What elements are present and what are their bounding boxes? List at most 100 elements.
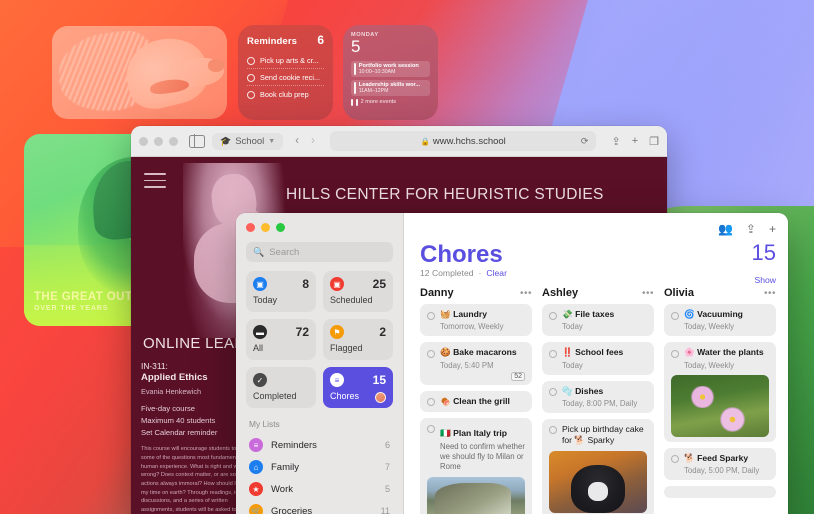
checkbox-circle-icon[interactable] bbox=[427, 349, 435, 358]
reminders-widget-item-label: Pick up arts & cr... bbox=[260, 56, 319, 65]
tile-label: All bbox=[253, 343, 264, 353]
checkbox-circle-icon[interactable] bbox=[427, 398, 435, 407]
checkbox-circle-icon[interactable] bbox=[671, 455, 679, 464]
list-item-label: Work bbox=[271, 483, 293, 495]
task-attachment-image[interactable] bbox=[549, 451, 647, 514]
smart-list-chores[interactable]: ≡ 15 Chores bbox=[323, 367, 393, 408]
task-attachment-image[interactable] bbox=[427, 477, 525, 514]
event-title: Portfolio work session bbox=[358, 62, 419, 69]
share-icon[interactable]: ⇪ bbox=[611, 135, 620, 148]
table-row[interactable]: Pick up birthday cake for 🐕 Sparky bbox=[542, 418, 654, 514]
task-due: Today, 8:00 PM, Daily bbox=[562, 398, 638, 408]
table-row[interactable]: ‼️ School fees Today bbox=[542, 342, 654, 375]
calendar-widget-event[interactable]: Portfolio work session 10:00–10:30AM bbox=[351, 60, 430, 77]
task-due: Today, 5:00 PM, Daily bbox=[684, 465, 760, 475]
task-emoji: 🧺 bbox=[440, 309, 451, 320]
list-item-groceries[interactable]: 🛒 Groceries 11 bbox=[246, 500, 393, 514]
checkbox-circle-icon[interactable] bbox=[247, 90, 255, 99]
event-time: 10:00–10:30AM bbox=[358, 68, 396, 75]
hamburger-menu-icon[interactable] bbox=[144, 173, 166, 193]
add-people-icon[interactable]: 👥 bbox=[718, 222, 733, 236]
event-color-bar bbox=[354, 62, 356, 75]
clear-button[interactable]: Clear bbox=[486, 268, 507, 278]
safari-nav-buttons[interactable]: ‹ › bbox=[295, 135, 315, 147]
column-menu-icon[interactable]: ••• bbox=[764, 288, 776, 299]
calendar-widget-more-events[interactable]: 2 more events bbox=[351, 98, 430, 106]
search-input[interactable]: 🔍 Search bbox=[246, 242, 393, 262]
column-menu-icon[interactable]: ••• bbox=[520, 288, 532, 299]
column-name: Danny bbox=[420, 287, 454, 300]
tile-top: ⚑ 2 bbox=[330, 325, 386, 339]
window-traffic-lights[interactable] bbox=[139, 136, 178, 146]
tab-group-button[interactable]: 🎓 School ▼ bbox=[212, 132, 284, 150]
table-row[interactable]: 🍖 Clean the grill bbox=[420, 390, 532, 412]
reminders-widget-item[interactable]: Send cookie reci... bbox=[247, 69, 324, 86]
tile-count: 8 bbox=[302, 277, 309, 291]
tab-overview-icon[interactable]: ❐ bbox=[649, 135, 659, 148]
minimize-button[interactable] bbox=[261, 223, 270, 232]
reload-icon[interactable]: ⟳ bbox=[581, 136, 589, 147]
table-row[interactable]: 🌸 Water the plants Today, Weekly bbox=[664, 342, 776, 442]
smart-list-today[interactable]: ▣ 8 Today bbox=[246, 271, 316, 312]
checkbox-circle-icon[interactable] bbox=[427, 311, 435, 320]
maximize-button[interactable] bbox=[276, 223, 285, 232]
checkbox-circle-icon[interactable] bbox=[247, 56, 255, 65]
maximize-button[interactable] bbox=[169, 136, 178, 146]
task-row: 🇮🇹 Plan Italy trip Need to confirm wheth… bbox=[427, 423, 525, 472]
back-button[interactable]: ‹ bbox=[295, 135, 299, 147]
checkbox-circle-icon[interactable] bbox=[549, 311, 557, 320]
table-row[interactable]: 💸 File taxes Today bbox=[542, 304, 654, 337]
checkbox-circle-icon[interactable] bbox=[247, 73, 255, 82]
table-row[interactable]: 🍪 Bake macarons Today, 5:40 PM 52 bbox=[420, 342, 532, 385]
reminders-sidebar: 🔍 Search ▣ 8 Today ▣ 25 Scheduled ▬ 72 A… bbox=[236, 213, 404, 514]
checkbox-circle-icon[interactable] bbox=[549, 349, 557, 358]
task-emoji: 💸 bbox=[562, 309, 573, 320]
address-bar[interactable]: 🔒 www.hchs.school ⟳ bbox=[329, 131, 597, 151]
task-emoji: 🐕 bbox=[684, 452, 695, 463]
task-row: ‼️ School fees bbox=[549, 347, 647, 358]
checkbox-circle-icon[interactable] bbox=[427, 425, 435, 434]
task-attachment-image[interactable] bbox=[671, 374, 769, 437]
tile-count: 15 bbox=[372, 373, 386, 387]
checkbox-circle-icon[interactable] bbox=[549, 426, 557, 435]
new-tab-icon[interactable]: + bbox=[632, 135, 638, 147]
reminders-widget-item[interactable]: Book club prep bbox=[247, 86, 324, 102]
checkbox-circle-icon[interactable] bbox=[671, 311, 679, 320]
table-row[interactable]: 🐕 Feed Sparky Today, 5:00 PM, Daily bbox=[664, 447, 776, 480]
photos-widget[interactable] bbox=[52, 26, 227, 119]
list-item-work[interactable]: ★ Work 5 bbox=[246, 478, 393, 500]
task-due: Tomorrow, Weekly bbox=[440, 322, 504, 332]
search-placeholder: Search bbox=[269, 246, 300, 258]
smart-list-completed[interactable]: ✓ Completed bbox=[246, 367, 316, 408]
tab-group-label: School bbox=[235, 135, 265, 147]
show-button[interactable]: Show bbox=[755, 275, 777, 285]
table-row[interactable]: 🧺 Laundry Tomorrow, Weekly bbox=[420, 304, 532, 337]
forward-button[interactable]: › bbox=[311, 135, 315, 147]
checkbox-circle-icon[interactable] bbox=[671, 349, 679, 358]
reminders-window[interactable]: 🔍 Search ▣ 8 Today ▣ 25 Scheduled ▬ 72 A… bbox=[236, 213, 788, 514]
minimize-button[interactable] bbox=[154, 136, 163, 146]
table-row[interactable]: 🇮🇹 Plan Italy trip Need to confirm wheth… bbox=[420, 417, 532, 514]
close-button[interactable] bbox=[246, 223, 255, 232]
calendar-widget[interactable]: MONDAY 5 Portfolio work session 10:00–10… bbox=[343, 25, 438, 120]
reminders-widget-item[interactable]: Pick up arts & cr... bbox=[247, 52, 324, 69]
share-icon[interactable]: ⇪ bbox=[746, 222, 756, 236]
table-row[interactable]: 🫧 Dishes Today, 8:00 PM, Daily bbox=[542, 380, 654, 413]
task-title: 🇮🇹 Plan Italy trip bbox=[440, 428, 507, 438]
list-item-family[interactable]: ⌂ Family 7 bbox=[246, 456, 393, 478]
close-button[interactable] bbox=[139, 136, 148, 146]
smart-list-flagged[interactable]: ⚑ 2 Flagged bbox=[323, 319, 393, 360]
calendar-widget-event[interactable]: Leadership skills wor... 11AM–12PM bbox=[351, 79, 430, 96]
checkbox-circle-icon[interactable] bbox=[549, 388, 557, 397]
reminders-widget[interactable]: Reminders 6 Pick up arts & cr... Send co… bbox=[238, 25, 333, 120]
column-menu-icon[interactable]: ••• bbox=[642, 288, 654, 299]
smart-list-scheduled[interactable]: ▣ 25 Scheduled bbox=[323, 271, 393, 312]
window-traffic-lights[interactable] bbox=[246, 223, 393, 232]
table-row[interactable]: 🌀 Vacuuming Today, Weekly bbox=[664, 304, 776, 337]
task-title: 🐕 Feed Sparky bbox=[684, 453, 748, 464]
sidebar-toggle-icon[interactable] bbox=[189, 134, 205, 148]
add-reminder-icon[interactable]: + bbox=[769, 222, 776, 236]
smart-list-all[interactable]: ▬ 72 All bbox=[246, 319, 316, 360]
table-row[interactable] bbox=[664, 485, 776, 498]
list-item-reminders[interactable]: ≡ Reminders 6 bbox=[246, 434, 393, 456]
